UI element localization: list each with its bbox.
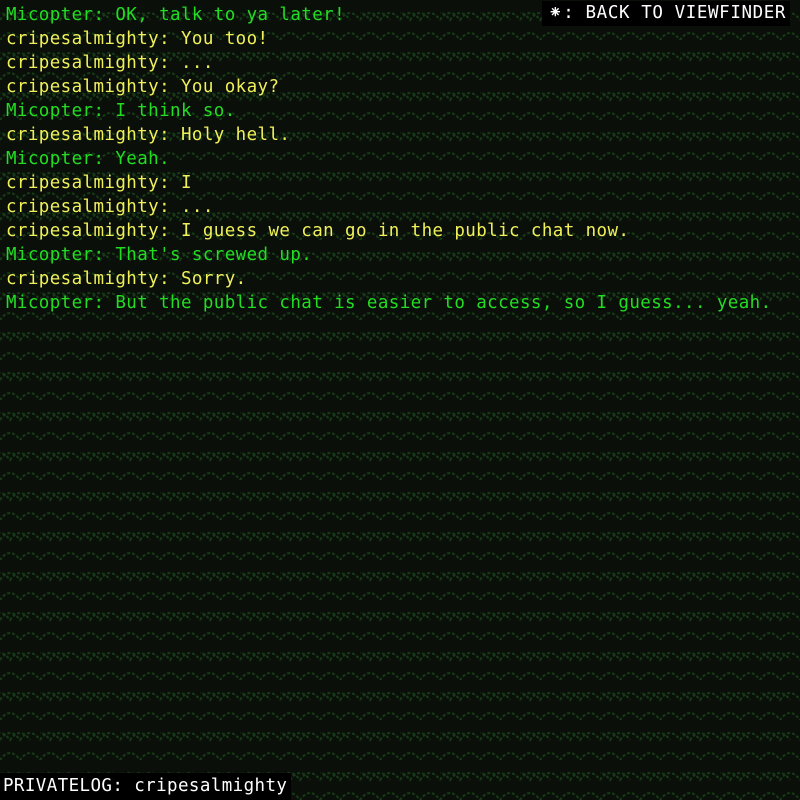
chat-message: Micopter: I think so. <box>6 101 236 121</box>
chat-message: Micopter: Yeah. <box>6 149 171 169</box>
chat-log: Micopter: OK, talk to ya later! cripesal… <box>6 3 796 315</box>
chat-message: cripesalmighty: I <box>6 173 192 193</box>
chat-message: cripesalmighty: Sorry. <box>6 269 247 289</box>
chat-message: cripesalmighty: I guess we can go in the… <box>6 221 630 241</box>
privatelog-label: PRIVATELOG: cripesalmighty <box>0 773 292 800</box>
back-to-viewfinder-button[interactable]: ⁕: BACK TO VIEWFINDER <box>542 1 790 26</box>
chat-message: cripesalmighty: Holy hell. <box>6 125 291 145</box>
chat-message: cripesalmighty: You okay? <box>6 77 280 97</box>
chat-message: cripesalmighty: ... <box>6 53 214 73</box>
chat-message: Micopter: That's screwed up. <box>6 245 313 265</box>
chat-message: cripesalmighty: You too! <box>6 29 269 49</box>
chat-message: cripesalmighty: ... <box>6 197 214 217</box>
chat-message: Micopter: But the public chat is easier … <box>6 293 772 313</box>
